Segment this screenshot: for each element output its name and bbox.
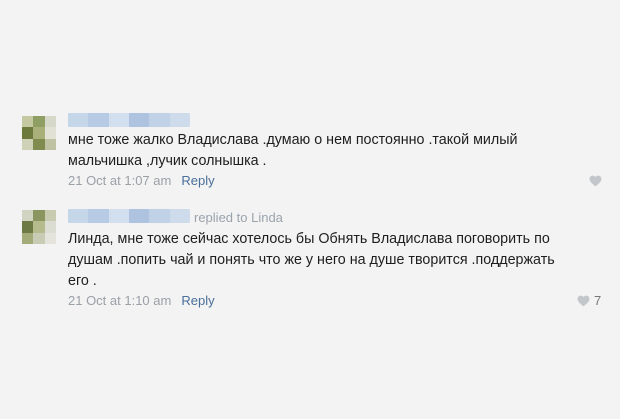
timestamp[interactable]: 21 Oct at 1:10 am — [68, 293, 171, 308]
reply-button[interactable]: Reply — [181, 173, 214, 188]
replied-to-label[interactable]: replied to Linda — [194, 210, 283, 225]
like-button[interactable] — [589, 175, 602, 187]
heart-icon — [589, 175, 602, 187]
like-button[interactable]: 7 — [577, 293, 601, 308]
comment-meta: 21 Oct at 1:10 am Reply — [68, 293, 215, 308]
comment-meta: 21 Oct at 1:07 am Reply — [68, 173, 215, 188]
comment-text: Линда, мне тоже сейчас хотелось бы Обнят… — [68, 231, 555, 289]
author-name[interactable] — [68, 113, 190, 127]
heart-icon — [577, 295, 590, 306]
like-count: 7 — [594, 293, 602, 308]
comment-text: мне тоже жалко Владислава .думаю о нем п… — [68, 132, 518, 169]
reply-button[interactable]: Reply — [181, 293, 214, 308]
avatar[interactable] — [22, 116, 56, 150]
timestamp[interactable]: 21 Oct at 1:07 am — [68, 173, 171, 188]
avatar[interactable] — [22, 210, 56, 244]
author-name[interactable] — [68, 209, 190, 223]
